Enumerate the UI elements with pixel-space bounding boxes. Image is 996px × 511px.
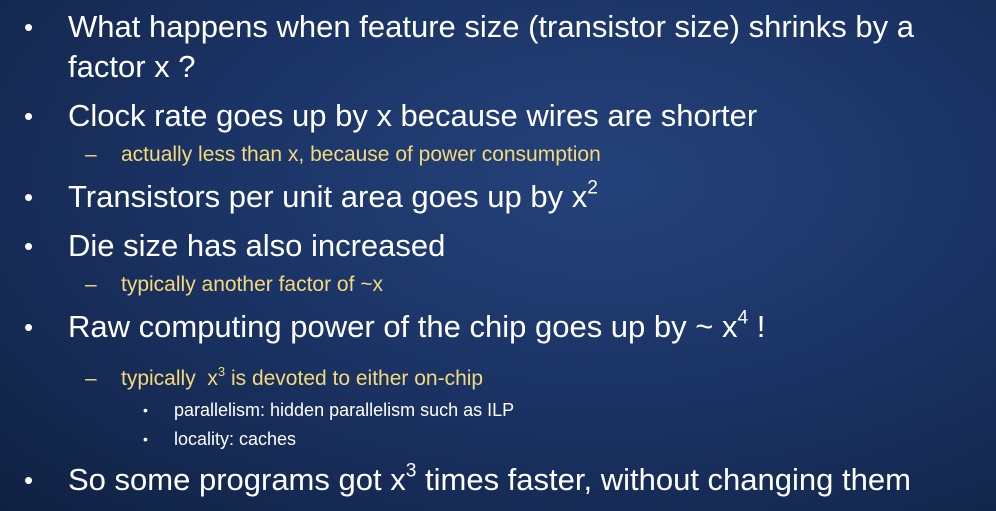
subsubbullet-locality: • locality: caches — [143, 426, 296, 452]
superscript: 3 — [405, 460, 417, 482]
subbullet-devoted-on-chip: – typically x3 is devoted to either on-c… — [85, 365, 483, 393]
subsubbullet-text: parallelism: hidden parallelism such as … — [174, 400, 515, 420]
bullet-marker: • — [24, 465, 34, 495]
subbullet-text: actually less than x, because of power c… — [121, 143, 601, 166]
subsubbullet-parallelism: • parallelism: hidden parallelism such a… — [143, 397, 514, 423]
bullet-transistors-area: • Transistors per unit area goes up by x… — [24, 177, 988, 217]
bullet-text: What happens when feature size (transist… — [68, 9, 914, 84]
subbullet-text: typically x3 is devoted to either on-chi… — [121, 363, 484, 390]
bullet-text: Clock rate goes up by x because wires ar… — [68, 98, 758, 133]
subbullet-power-consumption: – actually less than x, because of power… — [85, 141, 601, 169]
subsubbullet-marker: • — [143, 402, 148, 418]
bullet-clock-rate: • Clock rate goes up by x because wires … — [24, 96, 988, 136]
subbullet-text: typically another factor of ~x — [121, 273, 384, 296]
subbullet-another-factor: – typically another factor of ~x — [85, 271, 383, 299]
slide: • What happens when feature size (transi… — [0, 0, 996, 511]
bullet-text: Transistors per unit area goes up by x2 — [68, 177, 598, 214]
bullet-marker: • — [24, 231, 34, 261]
superscript: 2 — [587, 177, 598, 199]
bullet-feature-size: • What happens when feature size (transi… — [24, 7, 988, 87]
subbullet-marker: – — [85, 367, 97, 390]
subbullet-marker: – — [85, 273, 97, 296]
subsubbullet-marker: • — [143, 431, 148, 447]
subsubbullet-text: locality: caches — [174, 429, 297, 449]
bullet-marker: • — [24, 12, 34, 42]
bullet-die-size: • Die size has also increased — [24, 226, 988, 266]
bullet-marker: • — [24, 312, 34, 342]
bullet-marker: • — [24, 182, 34, 212]
bullet-programs-faster: • So some programs got x3 times faster, … — [24, 460, 988, 500]
superscript: 4 — [737, 307, 749, 329]
bullet-marker: • — [24, 101, 34, 131]
subbullet-marker: – — [85, 143, 97, 166]
bullet-text: Die size has also increased — [68, 228, 446, 263]
bullet-raw-computing-power: • Raw computing power of the chip goes u… — [24, 307, 988, 347]
bullet-text: Raw computing power of the chip goes up … — [68, 307, 766, 344]
bullet-text: So some programs got x3 times faster, wi… — [68, 460, 911, 497]
